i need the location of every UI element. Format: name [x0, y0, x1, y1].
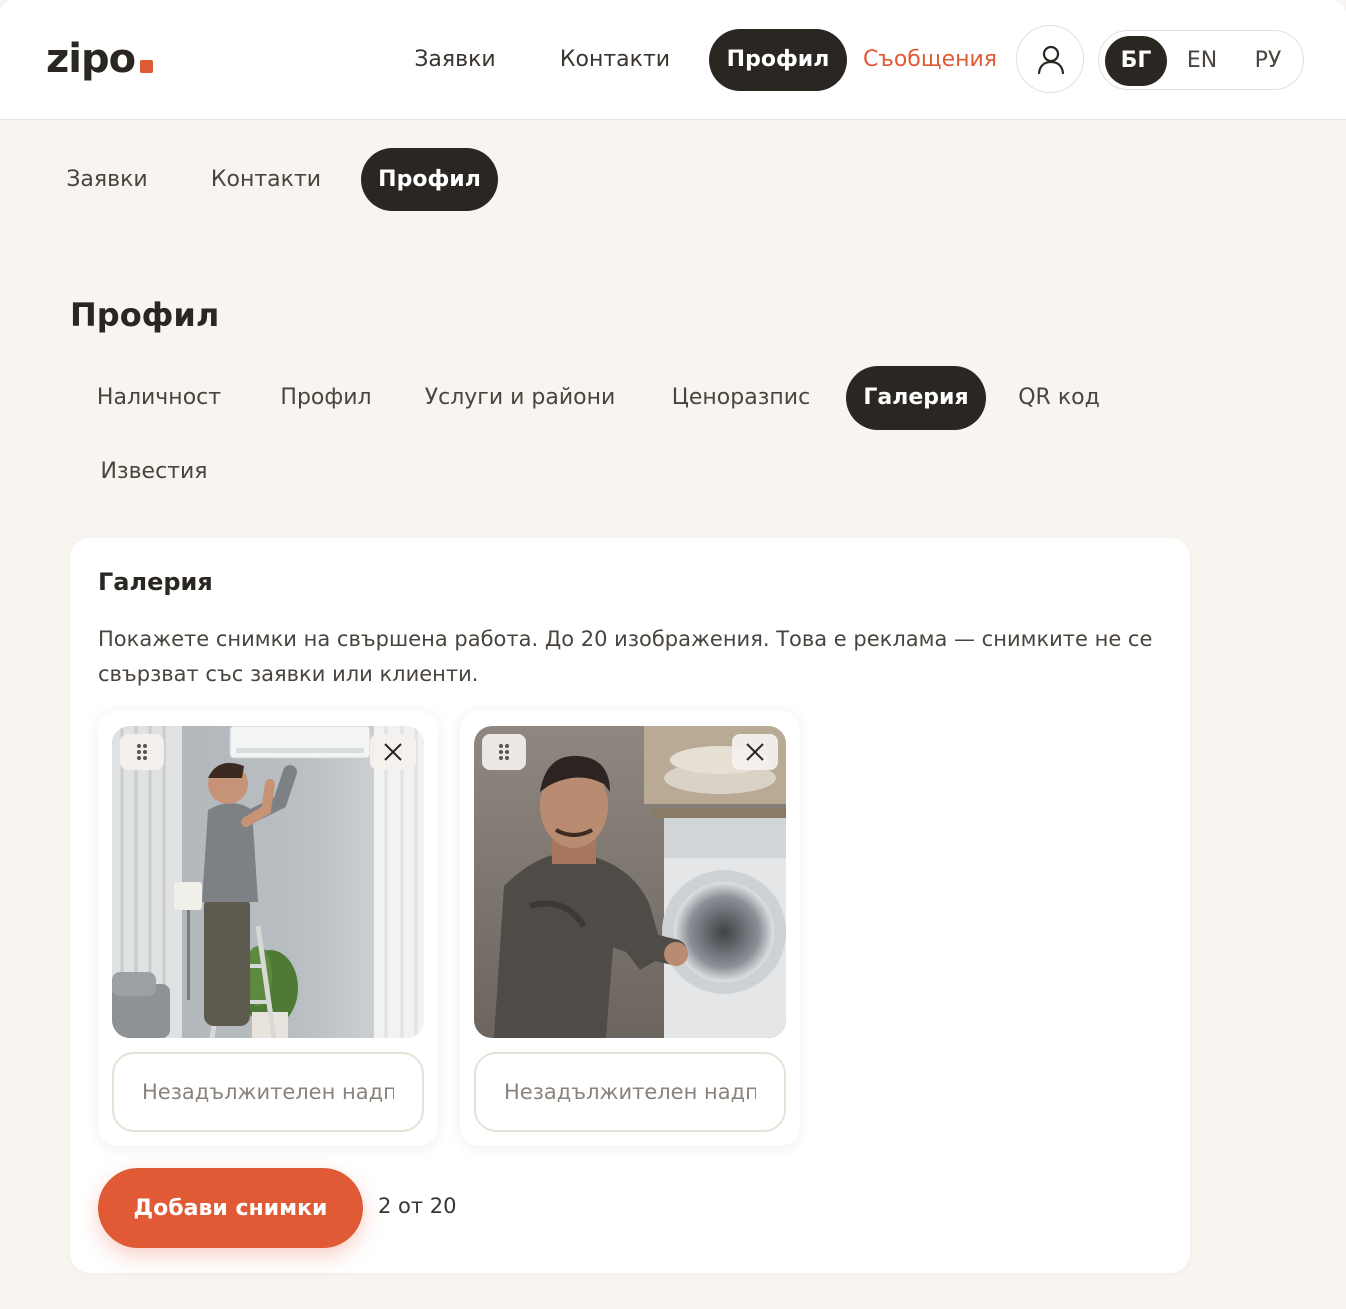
nav-profile[interactable]: Профил [709, 29, 847, 91]
tab-pricelist[interactable]: Ценоразпис [652, 366, 830, 430]
close-icon [384, 743, 402, 761]
photo-counter: 2 от 20 [378, 1194, 457, 1218]
subnav-contacts[interactable]: Контакти [186, 148, 346, 211]
tab-profile[interactable]: Профил [262, 366, 390, 430]
user-icon [1037, 45, 1065, 75]
language-switcher: БГ EN РУ [1098, 30, 1304, 90]
top-bar: zipo Заявки Контакти Профил Съобщения БГ… [0, 0, 1346, 120]
tab-availability[interactable]: Наличност [78, 366, 240, 430]
logo[interactable]: zipo [46, 36, 136, 82]
nav-requests[interactable]: Заявки [394, 29, 516, 91]
subnav-profile[interactable]: Профил [361, 148, 498, 211]
tab-services-areas[interactable]: Услуги и райони [410, 366, 630, 430]
nav-contacts[interactable]: Контакти [536, 29, 694, 91]
tab-notifications[interactable]: Известия [78, 440, 230, 504]
nav-messages[interactable]: Съобщения [856, 29, 1004, 91]
remove-photo-button[interactable] [732, 734, 778, 770]
gallery-photo-item [98, 710, 438, 1146]
drag-handle-icon[interactable] [482, 734, 526, 770]
lang-bg[interactable]: БГ [1105, 36, 1167, 86]
subnav-requests[interactable]: Заявки [46, 148, 168, 211]
gallery-title: Галерия [98, 568, 213, 596]
gallery-card: Галерия Покажете снимки на свършена рабо… [70, 538, 1190, 1273]
add-photos-button[interactable]: Добави снимки [98, 1168, 363, 1248]
logo-dot [140, 60, 153, 73]
photo-caption-input[interactable] [474, 1052, 786, 1132]
close-icon [746, 743, 764, 761]
drag-handle-icon[interactable] [120, 734, 164, 770]
gallery-photo-washer-repair[interactable] [474, 726, 786, 1038]
photo-caption-input[interactable] [112, 1052, 424, 1132]
gallery-photo-item [460, 710, 800, 1146]
gallery-photo-ac-install[interactable] [112, 726, 424, 1038]
remove-photo-button[interactable] [370, 734, 416, 770]
user-menu-button[interactable] [1016, 25, 1084, 93]
lang-en[interactable]: EN [1171, 36, 1233, 86]
tab-gallery[interactable]: Галерия [846, 366, 986, 430]
tab-qr-code[interactable]: QR код [1004, 366, 1114, 430]
lang-ru[interactable]: РУ [1237, 36, 1299, 86]
page-title: Профил [70, 296, 220, 334]
gallery-description: Покажете снимки на свършена работа. До 2… [98, 627, 1153, 686]
